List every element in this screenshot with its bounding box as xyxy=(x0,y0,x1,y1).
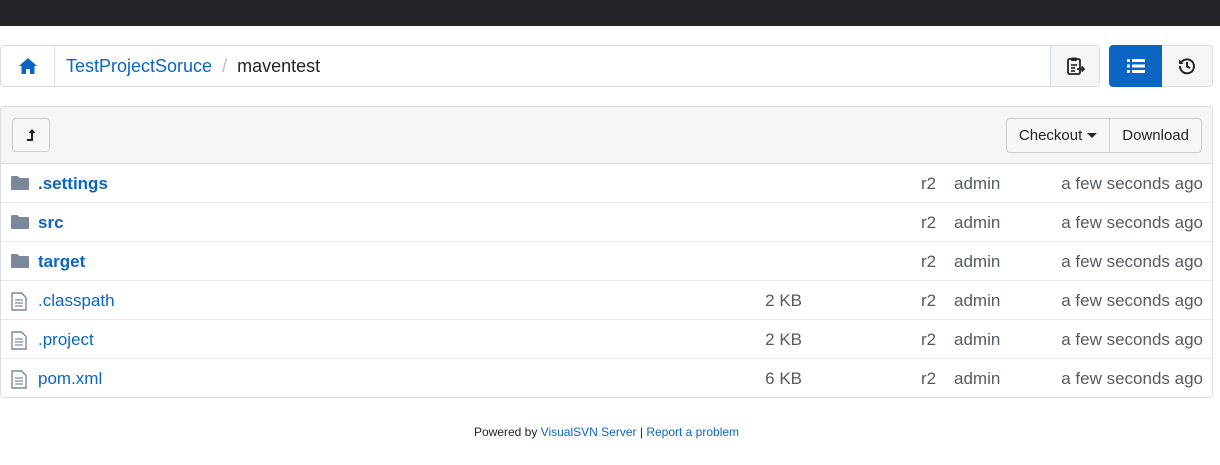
file-modified-date: a few seconds ago xyxy=(1061,330,1203,349)
folder-icon xyxy=(11,214,29,232)
file-name-link[interactable]: target xyxy=(38,252,85,272)
file-revision[interactable]: r2 xyxy=(921,252,936,272)
breadcrumb-project-link[interactable]: TestProjectSoruce xyxy=(66,56,212,77)
view-toggle-group xyxy=(1109,45,1213,87)
file-revision[interactable]: r2 xyxy=(921,369,936,389)
folder-icon xyxy=(11,175,29,193)
copy-url-button[interactable] xyxy=(1050,46,1099,86)
file-revision[interactable]: r2 xyxy=(921,213,936,233)
footer-powered-by: Powered by xyxy=(473,425,538,439)
file-modified-date: a few seconds ago xyxy=(1061,174,1203,193)
file-size: 2 KB xyxy=(765,291,802,310)
file-author: admin xyxy=(954,330,1001,349)
file-name-link[interactable]: .project xyxy=(38,330,94,350)
clipboard-copy-icon xyxy=(1067,57,1085,75)
home-icon xyxy=(18,58,37,74)
breadcrumb-current: maventest xyxy=(237,55,321,76)
history-icon xyxy=(1178,58,1195,75)
breadcrumb: TestProjectSoruce / maventest xyxy=(0,45,1100,87)
file-author: admin xyxy=(954,369,1001,388)
file-toolbar: Checkout Download xyxy=(1,107,1212,164)
footer: Powered by VisualSVN Server | Report a p… xyxy=(0,425,1213,439)
checkout-label: Checkout xyxy=(1018,127,1083,144)
file-row[interactable]: .project 2 KB r2 admin a few seconds ago xyxy=(1,320,1212,359)
folder-icon xyxy=(11,253,29,271)
file-name-link[interactable]: .settings xyxy=(38,174,108,194)
parent-directory-button[interactable] xyxy=(12,118,50,152)
file-row[interactable]: src r2 admin a few seconds ago xyxy=(1,203,1212,242)
action-button-group: Checkout Download xyxy=(1005,118,1202,153)
file-row[interactable]: pom.xml 6 KB r2 admin a few seconds ago xyxy=(1,359,1212,397)
file-author: admin xyxy=(954,291,1001,310)
file-row[interactable]: .classpath 2 KB r2 admin a few seconds ago xyxy=(1,281,1212,320)
file-row[interactable]: .settings r2 admin a few seconds ago xyxy=(1,164,1212,203)
file-size: 2 KB xyxy=(765,330,802,349)
footer-divider: | xyxy=(639,425,643,439)
file-revision[interactable]: r2 xyxy=(921,174,936,194)
list-view-button[interactable] xyxy=(1109,45,1162,87)
file-modified-date: a few seconds ago xyxy=(1061,252,1203,271)
file-browser-panel: Checkout Download .settings r2 admin a few … xyxy=(0,106,1213,398)
file-row[interactable]: target r2 admin a few seconds ago xyxy=(1,242,1212,281)
download-label: Download xyxy=(1122,127,1189,144)
file-icon xyxy=(11,292,29,311)
file-icon xyxy=(11,331,29,350)
visualsvn-link[interactable]: VisualSVN Server xyxy=(541,425,637,439)
file-author: admin xyxy=(954,252,1001,271)
file-modified-date: a few seconds ago xyxy=(1061,369,1203,388)
file-name-link[interactable]: .classpath xyxy=(38,291,115,311)
level-up-icon xyxy=(27,129,36,141)
breadcrumb-separator: / xyxy=(222,55,228,76)
file-icon xyxy=(11,370,29,389)
file-list: .settings r2 admin a few seconds ago src r2 ad… xyxy=(1,164,1212,397)
top-navbar xyxy=(0,0,1220,26)
list-view-icon xyxy=(1126,59,1145,73)
file-revision[interactable]: r2 xyxy=(921,330,936,350)
file-size: 6 KB xyxy=(765,369,802,388)
history-view-button[interactable] xyxy=(1162,45,1213,87)
file-name-link[interactable]: pom.xml xyxy=(38,369,102,389)
file-revision[interactable]: r2 xyxy=(921,291,936,311)
checkout-dropdown-button[interactable]: Checkout xyxy=(1005,118,1111,153)
home-button[interactable] xyxy=(1,46,55,86)
file-author: admin xyxy=(954,174,1001,193)
file-modified-date: a few seconds ago xyxy=(1061,213,1203,232)
file-author: admin xyxy=(954,213,1001,232)
report-problem-link[interactable]: Report a problem xyxy=(646,425,739,439)
download-button[interactable]: Download xyxy=(1110,118,1202,153)
file-name-link[interactable]: src xyxy=(38,213,64,233)
caret-down-icon xyxy=(1087,133,1098,138)
file-modified-date: a few seconds ago xyxy=(1061,291,1203,310)
